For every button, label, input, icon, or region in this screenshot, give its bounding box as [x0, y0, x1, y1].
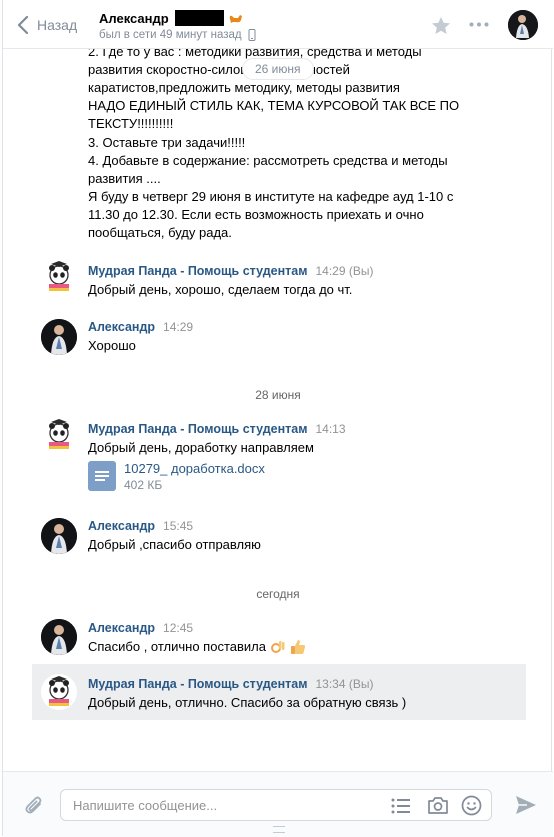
peer-name[interactable]: Александр	[99, 10, 244, 26]
message-text: Добрый ,спасибо отправляю	[88, 537, 261, 552]
message-header: Александр 15:45	[88, 519, 193, 533]
message-header: Мудрая Панда - Помощь студентам 14:29 (В…	[88, 264, 373, 278]
message-author[interactable]: Александр	[88, 320, 155, 334]
message-time: 14:29	[163, 320, 194, 334]
message-line: пообщаться, буду рада.	[88, 225, 232, 240]
document-icon	[88, 461, 116, 491]
message-author[interactable]: Мудрая Панда - Помощь студентам	[88, 264, 307, 278]
document-size: 402 КБ	[124, 478, 163, 492]
document-attachment[interactable]: 10279_ доработка.docx 402 КБ	[88, 461, 265, 494]
panda-icon	[41, 259, 77, 295]
message-author[interactable]: Мудрая Панда - Помощь студентам	[88, 422, 307, 436]
peer-status: был в сети 49 минут назад	[99, 29, 256, 41]
ok-hand-emoji-icon	[270, 641, 285, 653]
send-icon[interactable]	[515, 795, 537, 815]
message-time: 14:29 (Вы)	[315, 264, 374, 278]
message-input[interactable]	[61, 790, 385, 820]
date-separator: 28 июня	[255, 388, 301, 402]
message-text: Добрый день, доработку направляем	[88, 440, 314, 455]
document-name[interactable]: 10279_ доработка.docx	[124, 461, 265, 477]
list-icon[interactable]	[391, 798, 411, 814]
message-header: Александр 14:29	[88, 320, 193, 334]
panda-avatar[interactable]	[41, 417, 77, 453]
chat-header: Назад Александр был в сети 49 минут наза…	[3, 0, 553, 49]
back-label: Назад	[37, 17, 78, 33]
message-line: 4. Добавьте в содержание: рассмотреть ср…	[88, 153, 448, 168]
chevron-left-icon	[17, 16, 29, 34]
alexander-avatar[interactable]	[41, 319, 77, 355]
person-photo	[41, 518, 77, 554]
star-icon[interactable]	[431, 16, 451, 35]
message-text-content: Спасибо , отлично поставила	[88, 639, 266, 654]
message-line: 11.30 до 12.30. Если есть возможность пр…	[88, 207, 424, 222]
message-line: каратистов,предложить методику, методы р…	[88, 80, 400, 95]
message-text: Добрый день, отлично. Спасибо за обратну…	[88, 695, 407, 710]
person-photo	[41, 619, 77, 655]
message-line: 3. Оставьте три задачи!!!!!	[88, 135, 246, 150]
message-text: Добрый день, хорошо, сделаем тогда до чт…	[88, 282, 353, 297]
cat-icon	[229, 15, 242, 23]
peer-name-text: Александр	[99, 10, 169, 26]
peer-avatar[interactable]	[508, 10, 538, 40]
message-header: Мудрая Панда - Помощь студентам 13:34 (В…	[88, 677, 373, 691]
panda-icon	[41, 417, 77, 453]
message-author[interactable]: Мудрая Панда - Помощь студентам	[88, 677, 307, 691]
redacted-block	[174, 10, 224, 26]
message-line: развития ....	[88, 171, 161, 186]
paperclip-icon[interactable]	[23, 794, 45, 816]
message-time: 15:45	[163, 519, 194, 533]
back-button[interactable]: Назад	[17, 14, 77, 36]
camera-icon[interactable]	[427, 796, 449, 815]
message-time: 14:13	[315, 422, 346, 436]
panda-avatar[interactable]	[41, 674, 77, 710]
thumbs-up-emoji-icon	[290, 640, 306, 654]
alexander-avatar[interactable]	[41, 518, 77, 554]
person-photo	[508, 10, 538, 40]
message-header: Мудрая Панда - Помощь студентам 14:13	[88, 422, 346, 436]
person-photo	[41, 319, 77, 355]
smile-icon[interactable]	[461, 795, 482, 816]
more-icon[interactable]	[469, 22, 489, 27]
peer-status-text: был в сети 49 минут назад	[99, 29, 242, 41]
message-line: НАДО ЕДИНЫЙ СТИЛЬ КАК, ТЕМА КУРСОВОЙ ТАК…	[88, 98, 460, 113]
message-time: 12:45	[163, 621, 194, 635]
panda-avatar[interactable]	[41, 259, 77, 295]
message-time: 13:34 (Вы)	[315, 677, 374, 691]
phone-icon	[248, 29, 256, 41]
message-author[interactable]: Александр	[88, 519, 155, 533]
floating-date: 26 июня	[242, 58, 314, 80]
message-text: Хорошо	[88, 338, 136, 353]
message-input-box[interactable]	[60, 789, 492, 821]
message-line: ТЕКСТУ!!!!!!!!!!	[88, 116, 174, 131]
message-author[interactable]: Александр	[88, 621, 155, 635]
message-header: Александр 12:45	[88, 621, 193, 635]
message-text: Спасибо , отлично поставила	[88, 638, 468, 656]
date-separator: сегодня	[256, 587, 300, 601]
panda-icon	[41, 674, 77, 710]
alexander-avatar[interactable]	[41, 619, 77, 655]
chat-window: Назад Александр был в сети 49 минут наза…	[2, 0, 553, 837]
message-line: Я буду в четверг 29 июня в институте на …	[88, 189, 454, 204]
resize-grip[interactable]	[273, 826, 285, 833]
